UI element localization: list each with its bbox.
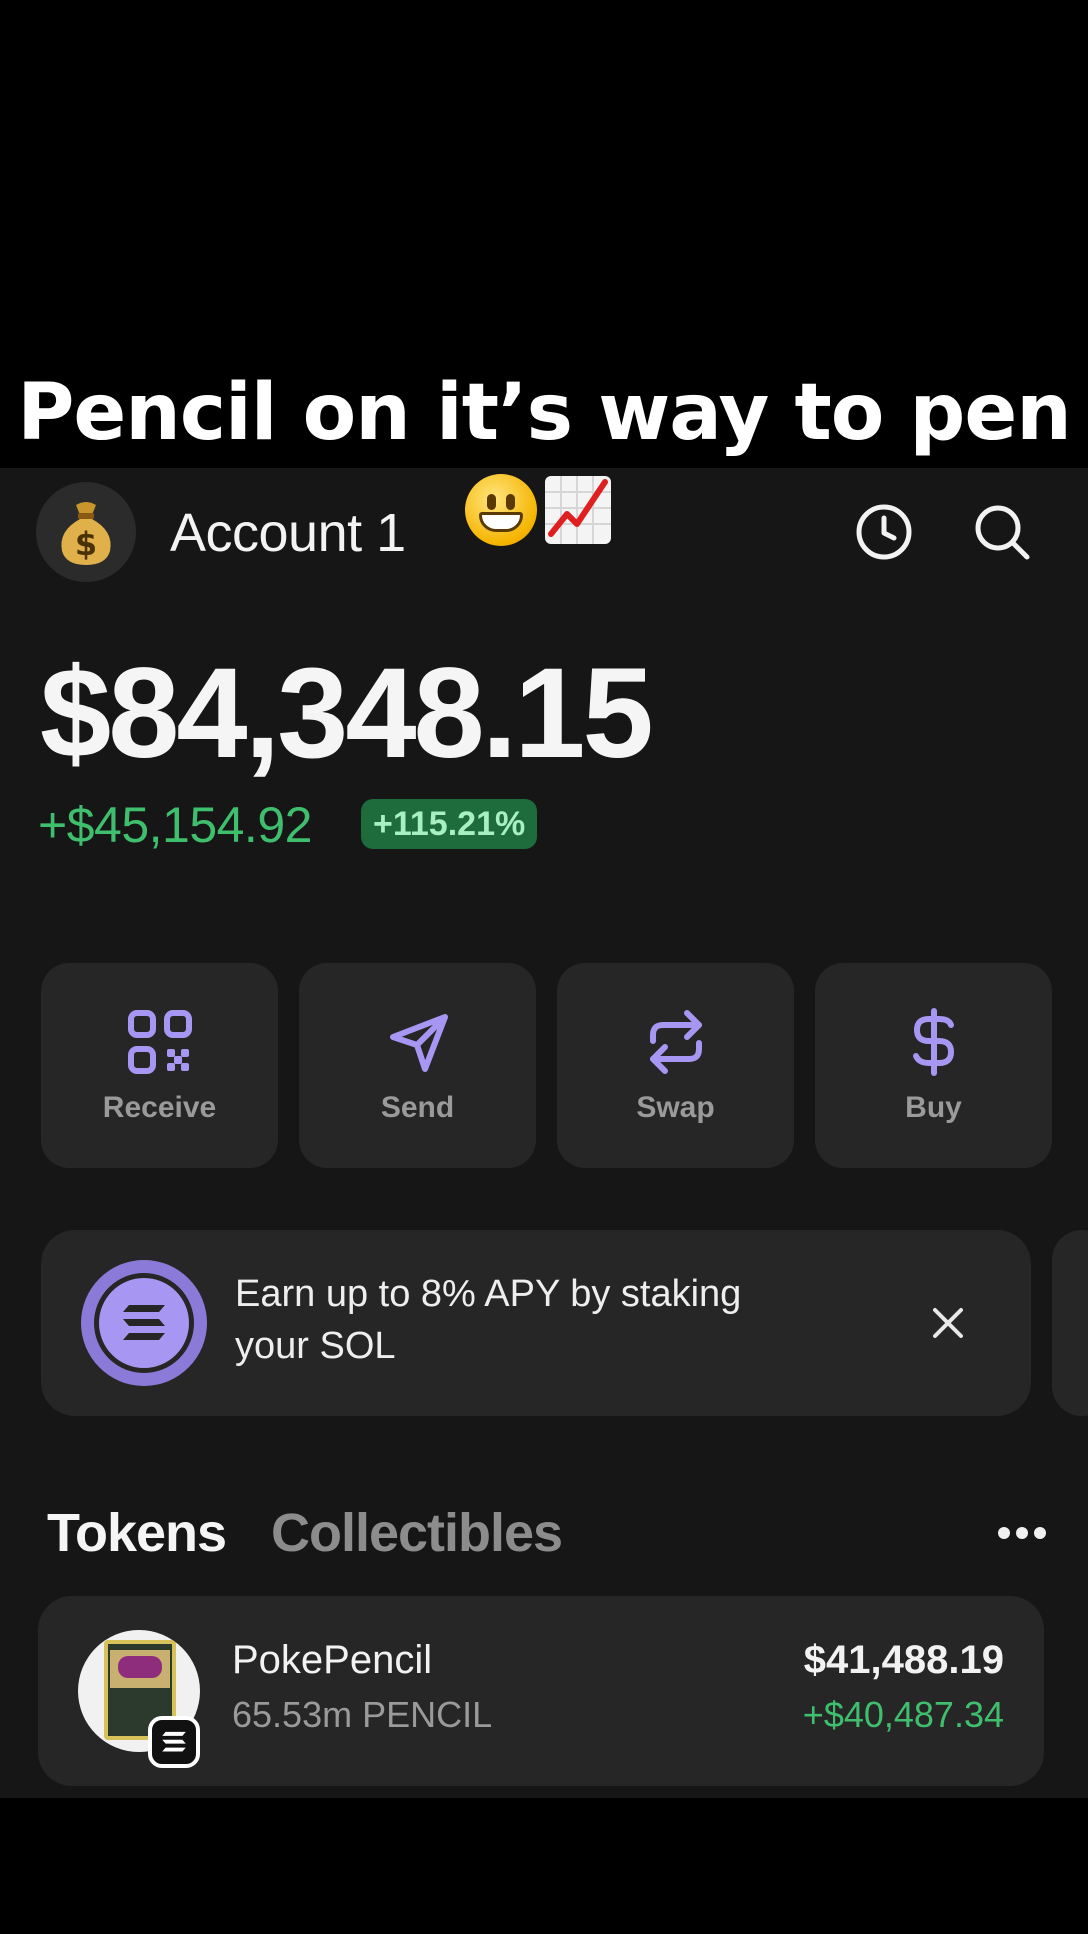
receive-button[interactable]: Receive: [41, 963, 278, 1168]
solana-icon: [81, 1260, 207, 1386]
account-name[interactable]: Account 1: [170, 502, 406, 564]
chart-increasing-icon: [545, 476, 611, 544]
token-amount: 65.53m PENCIL: [232, 1694, 493, 1735]
svg-text:$: $: [75, 525, 97, 563]
clock-icon[interactable]: [852, 500, 916, 564]
token-value: $41,488.19: [803, 1638, 1004, 1682]
send-icon: [389, 1013, 448, 1072]
token-row[interactable]: PokePencil 65.53m PENCIL $41,488.19 +$40…: [38, 1596, 1044, 1786]
buy-label: Buy: [905, 1090, 962, 1124]
staking-promo-card[interactable]: Earn up to 8% APY by staking your SOL: [41, 1230, 1031, 1416]
token-name: PokePencil: [232, 1638, 433, 1682]
caption-emojis: [465, 474, 613, 546]
more-icon[interactable]: [996, 1520, 1048, 1546]
send-button[interactable]: Send: [299, 963, 536, 1168]
next-promo-card[interactable]: [1052, 1230, 1088, 1416]
tab-collectibles[interactable]: Collectibles: [271, 1502, 563, 1564]
balance-change-percent-badge: +115.21%: [361, 799, 538, 849]
money-bag-icon: $: [61, 502, 111, 565]
send-label: Send: [380, 1090, 455, 1124]
grinning-face-icon: [465, 474, 537, 546]
token-change: +$40,487.34: [802, 1694, 1004, 1735]
qr-code-icon: [127, 1009, 192, 1074]
solana-chain-badge-icon: [148, 1716, 200, 1768]
video-caption: Pencil on it’s way to pen: [17, 368, 1072, 458]
balance-change-value: +$45,154.92: [38, 797, 312, 853]
action-buttons: Receive Send Swap Buy: [41, 963, 1052, 1168]
close-icon[interactable]: [925, 1300, 971, 1346]
dollar-icon: [912, 1007, 954, 1076]
tab-tokens[interactable]: Tokens: [47, 1502, 227, 1564]
account-avatar[interactable]: $: [36, 482, 136, 582]
promo-text: Earn up to 8% APY by staking your SOL: [235, 1268, 795, 1372]
receive-label: Receive: [102, 1090, 217, 1124]
total-balance: $84,348.15: [40, 642, 654, 785]
swap-icon: [649, 1009, 702, 1074]
promo-text-line1: Earn up to 8% APY by staking: [235, 1273, 742, 1315]
swap-button[interactable]: Swap: [557, 963, 794, 1168]
swap-label: Swap: [636, 1090, 715, 1124]
search-icon[interactable]: [970, 500, 1034, 564]
promo-text-line2: your SOL: [235, 1325, 396, 1367]
buy-button[interactable]: Buy: [815, 963, 1052, 1168]
